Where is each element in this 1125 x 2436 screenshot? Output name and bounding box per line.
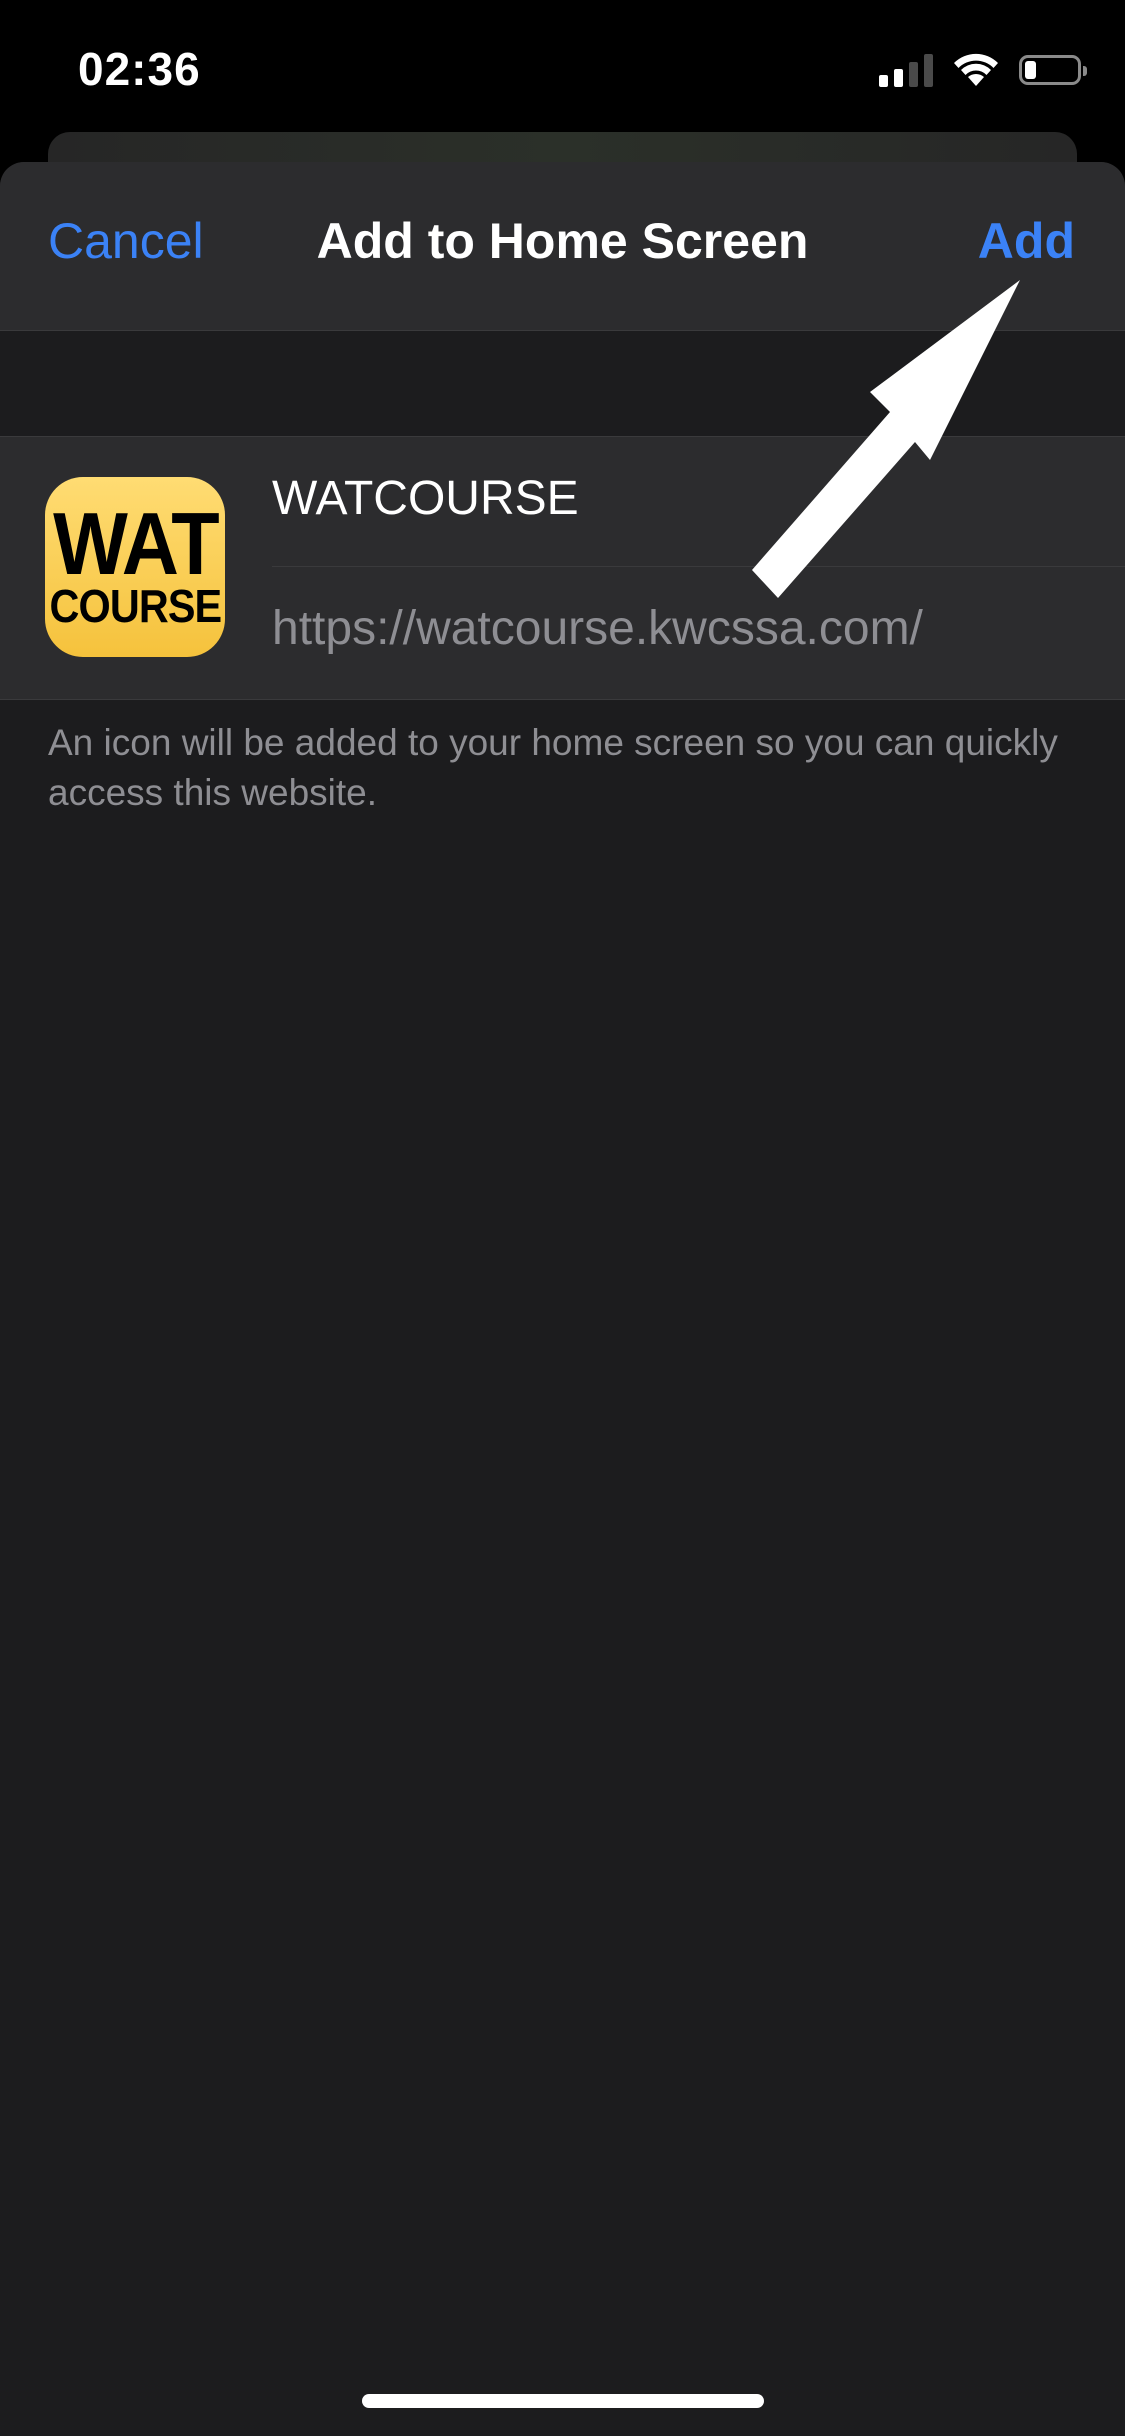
- pointer-arrow-icon: [752, 280, 1020, 598]
- screen: 02:36 Cancel Add to Home Screen Add WAT …: [0, 0, 1125, 2436]
- icon-logo-line1: WAT: [52, 494, 219, 593]
- add-button[interactable]: Add: [978, 212, 1075, 270]
- status-time: 02:36: [78, 43, 201, 95]
- status-icons: [879, 48, 1087, 92]
- info-caption: An icon will be added to your home scree…: [48, 722, 1058, 813]
- status-bar: 02:36: [0, 0, 1125, 130]
- wifi-icon: [954, 53, 998, 86]
- cancel-button[interactable]: Cancel: [48, 212, 204, 270]
- battery-icon: [1019, 55, 1087, 85]
- cellular-signal-icon: [879, 53, 933, 87]
- icon-logo-line2: COURSE: [49, 580, 222, 632]
- watcourse-app-icon: WAT COURSE: [45, 477, 225, 657]
- home-indicator[interactable]: [362, 2394, 764, 2408]
- url-text: https://watcourse.kwcssa.com/: [272, 602, 923, 655]
